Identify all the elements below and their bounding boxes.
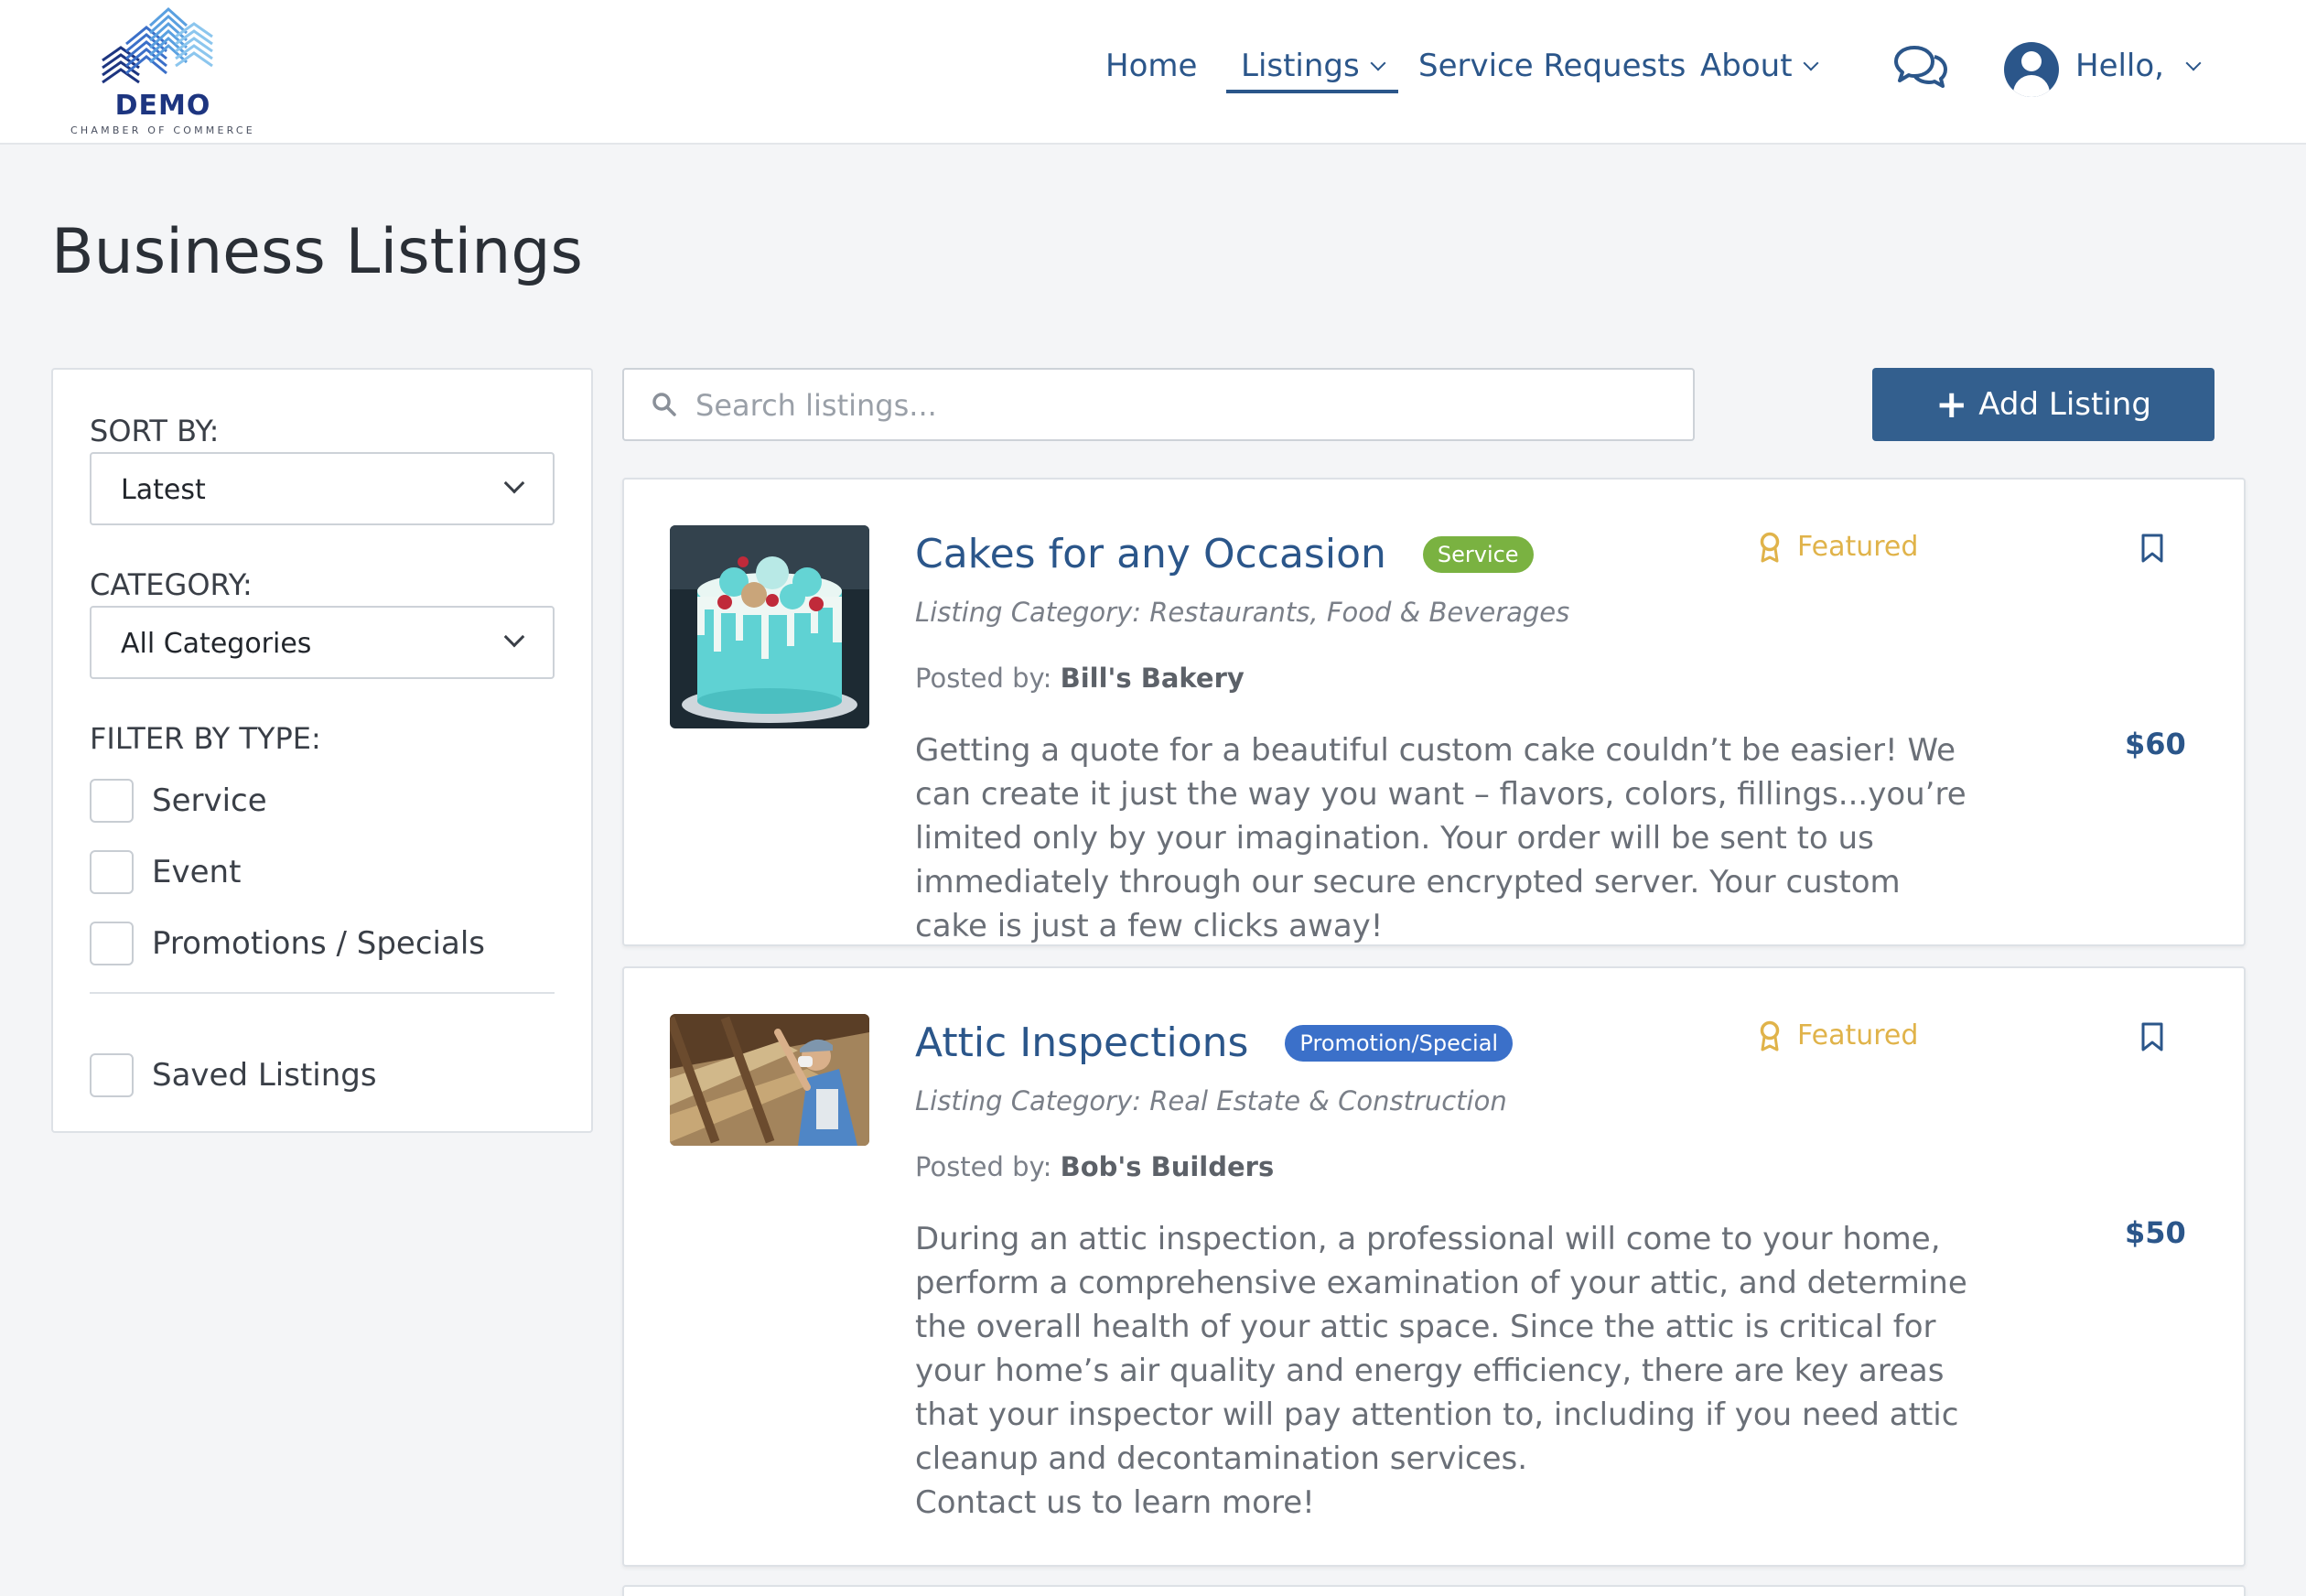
posted-by-prefix: Posted by: xyxy=(915,1151,1061,1182)
posted-by-name: Bill's Bakery xyxy=(1060,663,1245,694)
add-listing-button[interactable]: + Add Listing xyxy=(1872,368,2214,441)
filter-service[interactable]: Service xyxy=(90,778,267,824)
listing-description: Getting a quote for a beautiful custom c… xyxy=(915,732,1967,944)
filter-service-checkbox[interactable] xyxy=(90,779,134,823)
sidebar-divider xyxy=(90,992,555,994)
listing-category: Listing Category: Real Estate & Construc… xyxy=(915,1085,1507,1116)
sort-select-value: Latest xyxy=(121,474,206,506)
listing-title[interactable]: Cakes for any Occasion xyxy=(915,531,1386,577)
listing-price: $60 xyxy=(2125,727,2186,761)
filter-promotions-checkbox[interactable] xyxy=(90,922,134,965)
sort-select[interactable]: Latest xyxy=(90,452,555,525)
chevron-down-icon xyxy=(2185,55,2202,71)
plus-icon: + xyxy=(1935,382,1968,426)
nav-service-requests[interactable]: Service Requests xyxy=(1418,48,1686,84)
nav-about-label: About xyxy=(1700,48,1793,84)
filter-event-label: Event xyxy=(152,854,242,890)
listing-title[interactable]: Attic Inspections xyxy=(915,1019,1248,1066)
listing-description-extra: Contact us to learn more! xyxy=(915,1484,1315,1521)
listing-card-partial[interactable] xyxy=(622,1585,2246,1596)
nav-home[interactable]: Home xyxy=(1105,48,1197,84)
category-select-value: All Categories xyxy=(121,628,312,660)
listing-posted-by: Posted by: Bill's Bakery xyxy=(915,663,1245,694)
award-icon xyxy=(1760,1020,1780,1051)
search-input[interactable] xyxy=(695,383,1665,428)
category-select[interactable]: All Categories xyxy=(90,606,555,679)
filter-type-label: FILTER BY TYPE: xyxy=(90,721,321,756)
nav-listings[interactable]: Listings xyxy=(1226,48,1398,93)
nav-listings-label: Listings xyxy=(1241,48,1360,84)
listing-card[interactable]: Attic Inspections Promotion/Special Feat… xyxy=(622,966,2246,1567)
brand-logo[interactable]: DEMO CHAMBER OF COMMERCE xyxy=(57,5,276,141)
posted-by-prefix: Posted by: xyxy=(915,663,1061,694)
user-menu[interactable]: Hello, xyxy=(2075,48,2202,84)
listing-description: During an attic inspection, a profession… xyxy=(915,1221,1967,1477)
filter-event-checkbox[interactable] xyxy=(90,850,134,894)
listing-category: Listing Category: Restaurants, Food & Be… xyxy=(915,597,1570,628)
filter-sidebar: SORT BY: Latest CATEGORY: All Categories… xyxy=(51,368,593,1133)
top-header: DEMO CHAMBER OF COMMERCE Home Listings S… xyxy=(0,0,2306,145)
listing-image-cake[interactable] xyxy=(670,525,869,728)
posted-by-name: Bob's Builders xyxy=(1060,1151,1275,1182)
chevron-down-icon xyxy=(503,472,525,494)
listing-price: $50 xyxy=(2125,1215,2186,1250)
filter-saved-checkbox[interactable] xyxy=(90,1053,134,1097)
filter-saved-label: Saved Listings xyxy=(152,1057,377,1094)
listing-image-attic[interactable] xyxy=(670,1014,869,1146)
bookmark-icon[interactable] xyxy=(2139,1021,2165,1052)
page-title: Business Listings xyxy=(51,216,583,288)
featured-label: Featured xyxy=(1797,531,1919,563)
listing-type-badge: Service xyxy=(1422,535,1534,573)
search-box xyxy=(622,368,1695,441)
category-label: CATEGORY: xyxy=(90,567,253,602)
filter-promotions[interactable]: Promotions / Specials xyxy=(90,921,485,966)
filter-saved[interactable]: Saved Listings xyxy=(90,1052,377,1098)
listing-type-badge: Promotion/Special xyxy=(1285,1024,1514,1062)
filter-event[interactable]: Event xyxy=(90,849,241,895)
filter-promotions-label: Promotions / Specials xyxy=(152,925,485,962)
search-icon xyxy=(652,393,676,416)
nav-about[interactable]: About xyxy=(1700,48,1819,84)
bookmark-icon[interactable] xyxy=(2139,533,2165,564)
brand-name: DEMO xyxy=(114,90,211,122)
listing-title-row: Attic Inspections Promotion/Special xyxy=(915,1019,1514,1066)
user-avatar-icon[interactable] xyxy=(2004,42,2059,97)
chevron-down-icon xyxy=(1370,55,1386,71)
award-icon xyxy=(1760,532,1780,562)
buildings-logo-icon xyxy=(102,6,213,84)
listing-card[interactable]: Cakes for any Occasion Service Featured … xyxy=(622,478,2246,946)
chat-bubbles-icon[interactable] xyxy=(1892,44,1949,92)
brand-subtitle: CHAMBER OF COMMERCE xyxy=(70,124,255,136)
featured-indicator: Featured xyxy=(1759,1019,1918,1051)
chevron-down-icon xyxy=(1803,55,1819,71)
listing-posted-by: Posted by: Bob's Builders xyxy=(915,1151,1274,1182)
user-greeting: Hello, xyxy=(2075,48,2164,84)
featured-indicator: Featured xyxy=(1759,531,1918,563)
sort-label: SORT BY: xyxy=(90,414,220,448)
listing-title-row: Cakes for any Occasion Service xyxy=(915,531,1534,577)
featured-label: Featured xyxy=(1797,1019,1919,1051)
chevron-down-icon xyxy=(503,626,525,648)
add-listing-label: Add Listing xyxy=(1978,386,2151,423)
filter-service-label: Service xyxy=(152,782,267,819)
